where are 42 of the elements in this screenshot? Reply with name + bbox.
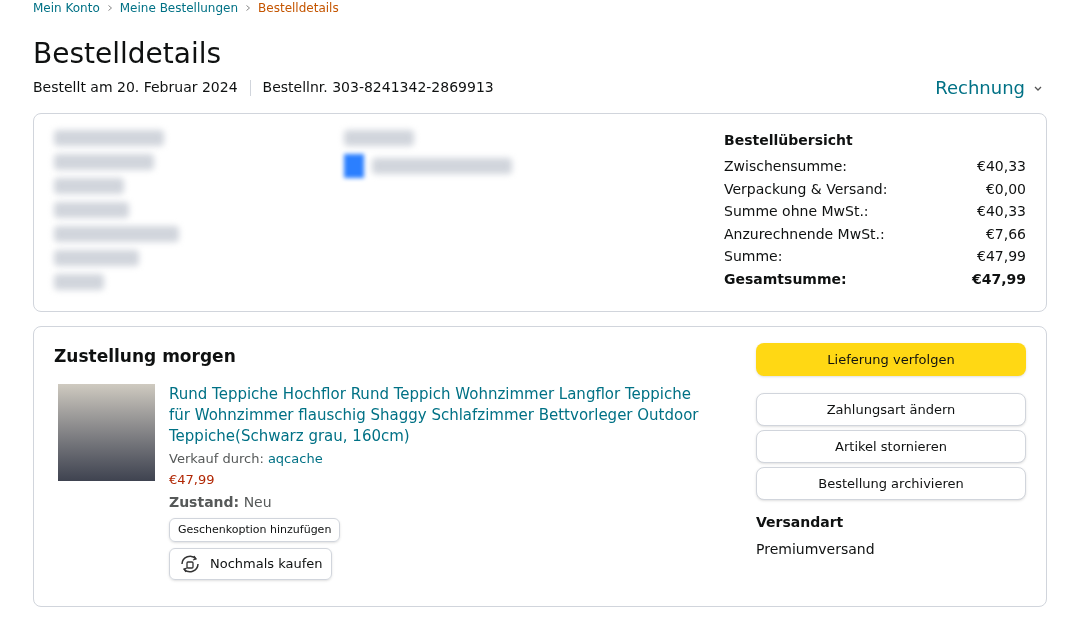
summary-label: Gesamtsumme:	[724, 269, 847, 289]
summary-label: Anzurechnende MwSt.:	[724, 224, 885, 244]
track-delivery-button[interactable]: Lieferung verfolgen	[756, 343, 1026, 376]
breadcrumb-link[interactable]: Mein Konto	[33, 2, 100, 14]
separator-icon	[246, 5, 251, 11]
action-button[interactable]: Zahlungsart ändern	[756, 393, 1026, 426]
buy-again-button[interactable]: Nochmals kaufen	[169, 548, 332, 580]
page-title: Bestelldetails	[33, 36, 223, 72]
order-number: Bestellnr. 303-8241342-2869913	[262, 78, 494, 97]
action-button[interactable]: Artikel stornieren	[756, 430, 1026, 463]
product-price: €47,99	[169, 471, 215, 489]
seller-link[interactable]: aqcache	[267, 450, 323, 466]
action-button[interactable]: Bestellung archivieren	[756, 467, 1026, 500]
summary-value: €7,66	[985, 224, 1026, 244]
condition-value: Neu	[243, 493, 272, 510]
summary-value: €47,99	[971, 269, 1026, 289]
breadcrumb-link[interactable]: Bestelldetails	[258, 2, 339, 14]
blurred-text	[54, 178, 124, 194]
gift-option-button[interactable]: Geschenkoption hinzufügen	[169, 517, 341, 542]
product-link[interactable]: Rund Teppiche Hochflor Rund Teppich Wohnzimmer Langflor Teppiche für Wohnzimmer flauschig Shaggy Schlafzimmer Bettvorleger Outdoor Teppiche(Schwarz grau, 160cm)	[169, 383, 709, 447]
blurred-text	[54, 274, 104, 290]
summary-value: €40,33	[977, 157, 1026, 176]
summary-label: Summe:	[724, 247, 783, 266]
seller-label: Verkauf durch:	[169, 450, 264, 466]
summary-value: €47,99	[977, 247, 1026, 266]
blurred-card-icon	[344, 154, 364, 178]
shipping-heading: Versandart	[756, 513, 845, 532]
invoice-dropdown[interactable]: Rechnung	[935, 74, 1043, 101]
condition-label: Zustand:	[169, 493, 240, 510]
summary-label: Summe ohne MwSt.:	[724, 202, 869, 221]
separator-icon	[107, 5, 112, 11]
summary-heading: Bestellübersicht	[724, 131, 854, 150]
summary-label: Zwischensumme:	[724, 157, 848, 176]
breadcrumb-link[interactable]: Meine Bestellungen	[119, 2, 239, 14]
order-date: Bestellt am 20. Februar 2024	[33, 78, 238, 97]
shipping-method: Premiumversand	[756, 540, 876, 559]
blurred-text	[344, 130, 414, 146]
summary-label: Verpackung & Versand:	[724, 179, 888, 199]
summary-value: €40,33	[977, 202, 1026, 221]
summary-value: €0,00	[985, 179, 1026, 199]
buy-again-icon	[178, 553, 202, 575]
delivery-heading: Zustellung morgen	[54, 345, 237, 368]
